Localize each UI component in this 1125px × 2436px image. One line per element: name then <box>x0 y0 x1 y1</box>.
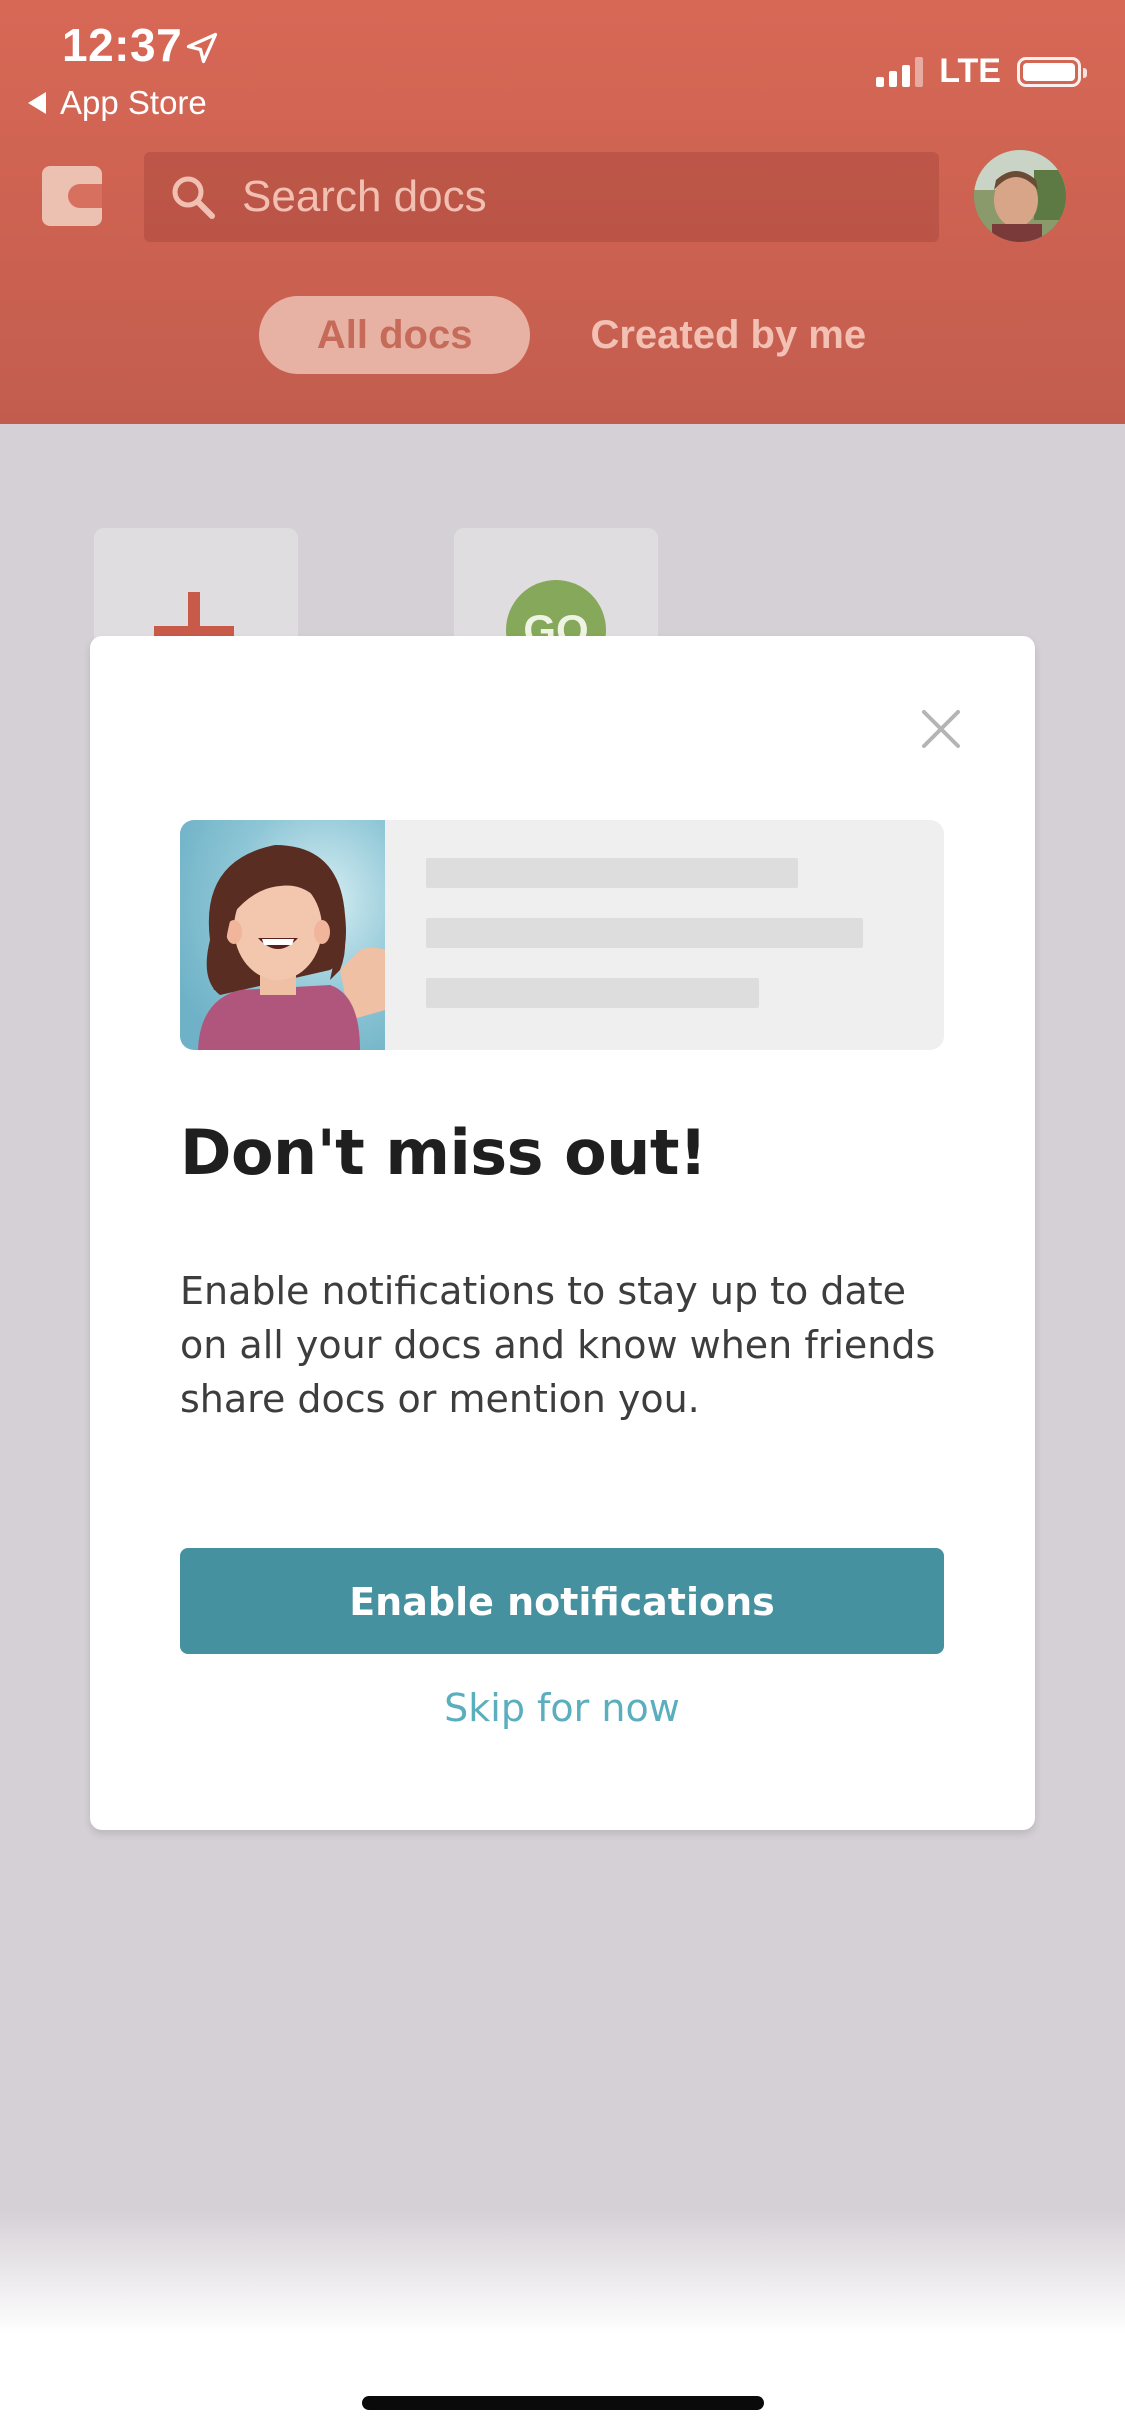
home-indicator[interactable] <box>362 2396 764 2410</box>
network-label: LTE <box>939 52 1001 90</box>
placeholder-line <box>426 858 798 888</box>
modal-title: Don't miss out! <box>180 1116 707 1189</box>
app-header: 12:37 App Store LTE Search docs All docs… <box>0 0 1125 424</box>
status-indicators: LTE <box>876 52 1087 91</box>
doc-filter-tabs: All docs Created by me <box>0 296 1125 374</box>
tab-created-by-me[interactable]: Created by me <box>590 296 866 374</box>
app-logo-icon[interactable] <box>42 166 102 226</box>
avatar-photo-icon <box>974 150 1066 242</box>
placeholder-line <box>426 978 759 1008</box>
tab-all-docs[interactable]: All docs <box>258 296 531 374</box>
avatar[interactable] <box>974 150 1066 242</box>
placeholder-line <box>426 918 863 948</box>
signal-icon <box>876 56 924 87</box>
back-to-app-store[interactable]: App Store <box>28 84 207 122</box>
status-time: 12:37 <box>62 19 183 71</box>
modal-body-text: Enable notifications to stay up to date … <box>180 1269 936 1421</box>
back-triangle-icon <box>28 92 46 114</box>
enable-notifications-button[interactable]: Enable notifications <box>180 1548 944 1654</box>
screen: 12:37 App Store LTE Search docs All docs… <box>0 0 1125 2436</box>
notification-prompt-modal: Don't miss out! Enable notifications to … <box>90 636 1035 1830</box>
search-input[interactable] <box>240 171 924 223</box>
search-icon <box>172 176 215 219</box>
person-waving-icon <box>180 820 385 1050</box>
skip-for-now-link[interactable]: Skip for now <box>180 1686 944 1730</box>
notification-illustration <box>180 820 944 1050</box>
back-label: App Store <box>60 84 207 121</box>
close-icon[interactable] <box>910 698 972 760</box>
battery-icon <box>1017 56 1087 87</box>
search-bar[interactable] <box>144 152 939 242</box>
location-arrow-icon <box>186 32 218 64</box>
